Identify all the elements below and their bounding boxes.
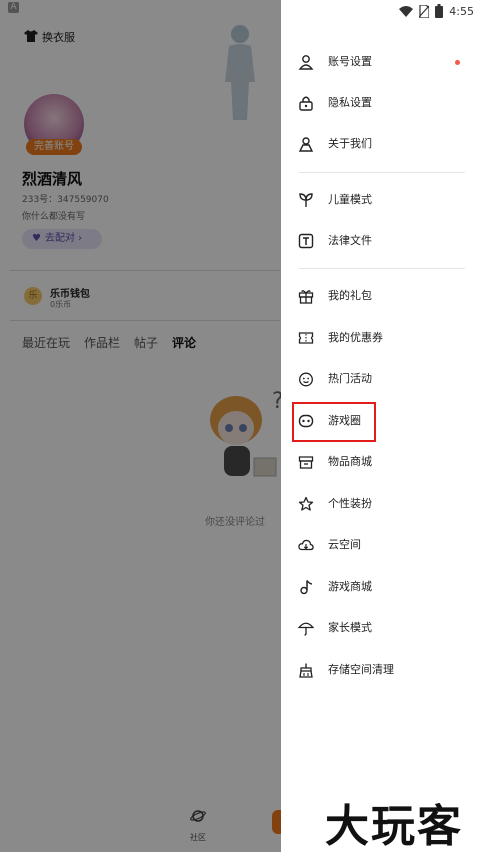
cloud-icon [298,539,314,551]
menu-label: 关于我们 [328,137,372,150]
menu-personal-dressup[interactable]: 个性装扮 [281,487,480,521]
shop-icon [298,456,314,469]
umbrella-icon [298,622,314,636]
menu-label: 热门活动 [328,372,372,385]
star-icon [298,496,314,511]
menu-hot-events[interactable]: 热门活动 [281,362,480,396]
sprout-icon [299,193,313,207]
menu-cloud-space[interactable]: 云空间 [281,528,480,562]
menu-parent-mode[interactable]: 家长模式 [281,611,480,645]
highlight-box [292,402,376,442]
menu-kids-mode[interactable]: 儿童模式 [281,183,480,217]
menu-label: 个性装扮 [328,497,372,510]
menu-label: 法律文件 [328,234,372,247]
menu-label: 儿童模式 [328,193,372,206]
about-icon [298,137,314,152]
divider [299,172,465,173]
menu-game-store[interactable]: 游戏商城 [281,570,480,604]
menu-item-shop[interactable]: 物品商城 [281,445,480,479]
menu-label: 物品商城 [328,455,372,468]
smiley-icon [299,372,313,387]
divider [299,268,465,269]
menu-storage-cleanup[interactable]: 存储空间清理 [281,653,480,687]
menu-my-coupons[interactable]: 我的优惠券 [281,321,480,355]
status-time: 4:55 [449,4,474,18]
wifi-icon [399,5,414,17]
status-bar: 4:55 [399,3,474,19]
menu-label: 家长模式 [328,621,372,634]
notification-dot [455,60,460,65]
battery-icon [435,4,444,18]
menu-label: 我的优惠券 [328,331,383,344]
menu-about-us[interactable]: 关于我们 [281,127,480,161]
legal-doc-icon [298,233,314,249]
menu-privacy-settings[interactable]: 隐私设置 [281,86,480,120]
menu-my-gifts[interactable]: 我的礼包 [281,279,480,313]
broom-icon [299,663,313,678]
coupon-icon [298,332,314,344]
lock-icon [299,96,313,111]
music-note-icon [300,580,313,595]
watermark: 大玩客 [325,801,463,852]
menu-account-settings[interactable]: 账号设置 [281,45,480,79]
no-sim-icon [419,4,430,18]
settings-drawer: 4:55 账号设置 隐私设置 关于我们 儿童模式 法律文件 我的礼包 我的优惠券… [281,0,480,852]
menu-label: 我的礼包 [328,289,372,302]
menu-label: 隐私设置 [328,96,372,109]
menu-label: 游戏商城 [328,580,372,593]
menu-legal-docs[interactable]: 法律文件 [281,224,480,258]
person-icon [298,55,314,70]
menu-label: 存储空间清理 [328,663,394,676]
menu-label: 账号设置 [328,55,372,68]
gift-icon [298,290,314,304]
menu-label: 云空间 [328,538,361,551]
